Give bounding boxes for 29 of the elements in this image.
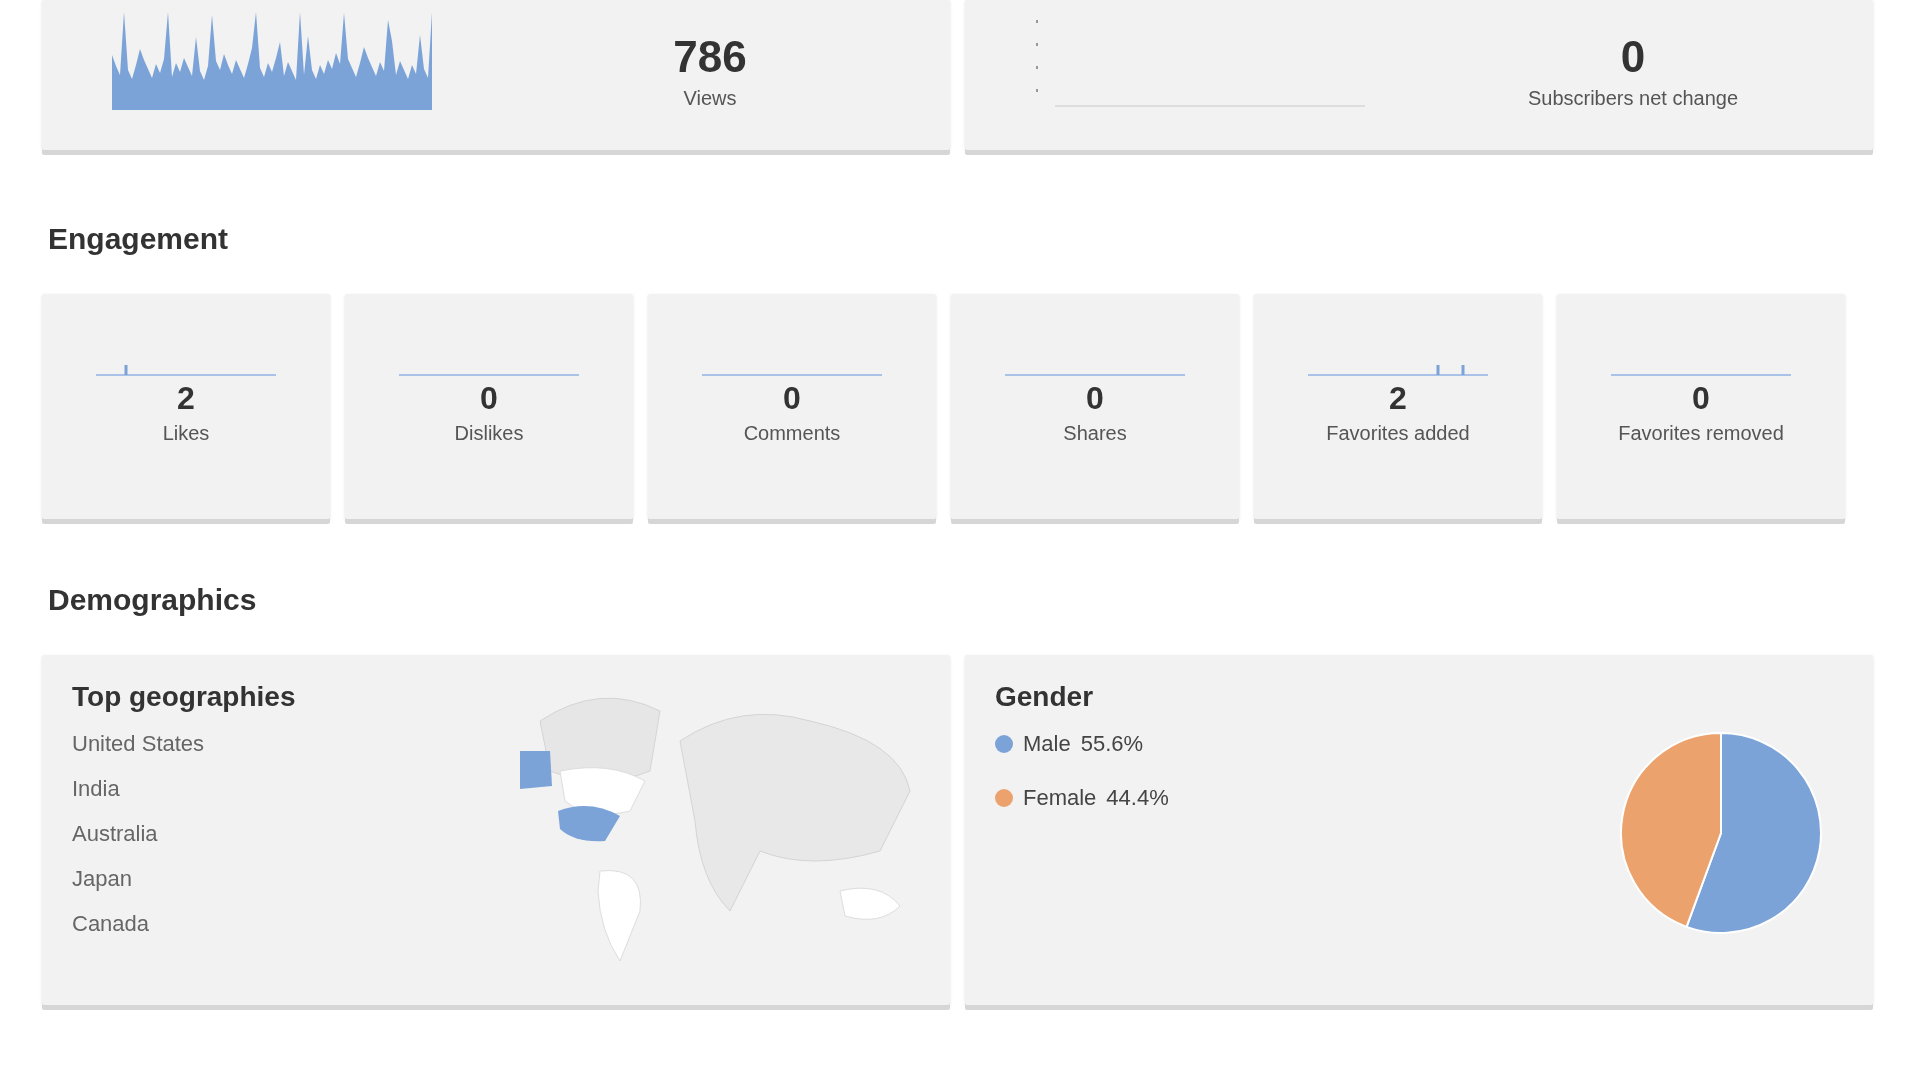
country-label: Australia xyxy=(72,821,159,847)
card-title: Gender xyxy=(995,681,1095,713)
card-title: Top geographies xyxy=(72,681,296,713)
metric-label: Comments xyxy=(743,422,841,445)
section-heading: Demographics xyxy=(47,582,258,618)
metric-label: Favorites removed xyxy=(1618,422,1784,445)
legend-value: 44.4% xyxy=(1106,785,1169,811)
metric-value: 2 xyxy=(177,382,195,414)
country-label: Canada xyxy=(72,911,151,937)
metric-label: Dislikes xyxy=(454,422,524,445)
section-heading: Engagement xyxy=(47,221,230,257)
stat-label: Views xyxy=(683,87,737,110)
metric-value: 0 xyxy=(783,382,801,414)
stat-value: 0 xyxy=(1620,35,1646,79)
stat-value: 786 xyxy=(673,35,747,79)
country-label: United States xyxy=(72,731,206,757)
stat-label: Subscribers net change xyxy=(1527,87,1739,110)
metric-value: 0 xyxy=(1692,382,1710,414)
metric-value: 0 xyxy=(1086,382,1104,414)
legend-label: Female xyxy=(1023,785,1097,811)
metric-label: Shares xyxy=(1063,422,1127,445)
country-label: Japan xyxy=(72,866,133,892)
legend-label: Male xyxy=(1023,731,1071,757)
metric-value: 2 xyxy=(1389,382,1407,414)
legend-value: 55.6% xyxy=(1080,731,1144,757)
country-label: India xyxy=(72,776,121,802)
metric-label: Likes xyxy=(162,422,210,445)
metric-label: Favorites added xyxy=(1326,422,1470,445)
metric-value: 0 xyxy=(480,382,498,414)
